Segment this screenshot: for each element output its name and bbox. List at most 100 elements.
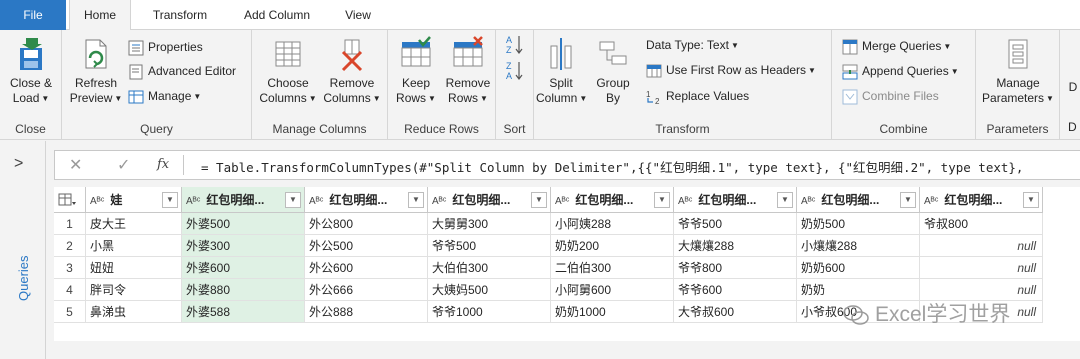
group-by-label-1: Group [596, 76, 630, 90]
column-header[interactable]: Aᴮᶜ 红包明细... ▼ [428, 187, 551, 213]
text-type-icon[interactable]: Aᴮᶜ [432, 196, 446, 207]
table-cell[interactable]: 二伯伯300 [551, 257, 674, 279]
text-type-icon[interactable]: Aᴮᶜ [186, 196, 200, 207]
group-by-button[interactable]: Group By [590, 32, 636, 106]
table-cell[interactable]: null [920, 257, 1043, 279]
column-header[interactable]: Aᴮᶜ 娃 ▼ [86, 187, 182, 213]
table-cell[interactable]: 爷爷600 [674, 279, 797, 301]
column-header[interactable]: Aᴮᶜ 红包明细... ▼ [797, 187, 920, 213]
choose-columns-button[interactable]: Choose Columns ▼ [256, 32, 320, 106]
text-type-icon[interactable]: Aᴮᶜ [924, 196, 938, 207]
data-source-settings-button[interactable]: D [1066, 80, 1080, 95]
column-filter-dropdown-icon[interactable]: ▼ [408, 192, 424, 208]
tab-transform[interactable]: Transform [140, 0, 220, 30]
data-type-dropdown[interactable]: Data Type: Text ▼ [646, 34, 739, 56]
table-cell[interactable]: 外公500 [305, 235, 428, 257]
table-cell[interactable]: 小阿舅600 [551, 279, 674, 301]
row-number[interactable]: 3 [54, 257, 86, 279]
column-header[interactable]: Aᴮᶜ 红包明细... ▼ [551, 187, 674, 213]
manage-query-button[interactable]: Manage ▼ [128, 85, 201, 107]
table-cell[interactable]: 外婆600 [182, 257, 305, 279]
column-filter-dropdown-icon[interactable]: ▼ [900, 192, 916, 208]
table-cell[interactable]: 爷爷500 [674, 213, 797, 235]
table-cell[interactable]: 奶奶200 [551, 235, 674, 257]
sort-descending-button[interactable]: Z A [506, 60, 524, 82]
formula-input[interactable]: = Table.TransformColumnTypes(#"Split Col… [201, 157, 1023, 176]
append-queries-button[interactable]: Append Queries ▼ [842, 60, 959, 82]
row-number[interactable]: 1 [54, 213, 86, 235]
table-cell[interactable]: 外婆300 [182, 235, 305, 257]
table-menu-button[interactable] [54, 187, 86, 213]
column-filter-dropdown-icon[interactable]: ▼ [162, 192, 178, 208]
table-cell[interactable]: 奶奶1000 [551, 301, 674, 323]
cancel-formula-icon[interactable]: ✕ [69, 155, 82, 175]
refresh-preview-button[interactable]: Refresh Preview ▼ [66, 32, 126, 106]
commit-formula-icon[interactable]: ✓ [117, 155, 130, 175]
column-header[interactable]: Aᴮᶜ 红包明细... ▼ [674, 187, 797, 213]
table-cell[interactable]: null [920, 235, 1043, 257]
advanced-editor-button[interactable]: Advanced Editor [128, 60, 236, 82]
table-cell[interactable]: 妞妞 [86, 257, 182, 279]
row-number[interactable]: 4 [54, 279, 86, 301]
remove-rows-button[interactable]: Remove Rows ▼ [442, 32, 494, 106]
table-cell[interactable]: 大伯伯300 [428, 257, 551, 279]
queries-pane-label[interactable]: Queries [16, 221, 31, 301]
table-cell[interactable]: 外婆880 [182, 279, 305, 301]
column-filter-dropdown-icon[interactable]: ▼ [777, 192, 793, 208]
table-cell[interactable]: 奶奶600 [797, 257, 920, 279]
table-cell[interactable]: 大爷叔600 [674, 301, 797, 323]
column-filter-dropdown-icon[interactable]: ▼ [285, 192, 301, 208]
column-header-label: 红包明细... [698, 193, 757, 207]
table-cell[interactable]: 小阿姨288 [551, 213, 674, 235]
table-cell[interactable]: 爷爷500 [428, 235, 551, 257]
table-cell[interactable]: 外公800 [305, 213, 428, 235]
text-type-icon[interactable]: Aᴮᶜ [309, 196, 323, 207]
column-filter-dropdown-icon[interactable]: ▼ [531, 192, 547, 208]
text-type-icon[interactable]: Aᴮᶜ [678, 196, 692, 207]
table-cell[interactable]: 小黑 [86, 235, 182, 257]
text-type-icon[interactable]: Aᴮᶜ [555, 196, 569, 207]
column-header[interactable]: Aᴮᶜ 红包明细... ▼ [305, 187, 428, 213]
close-and-load-button[interactable]: Close & Load ▼ [4, 32, 58, 106]
sort-ascending-button[interactable]: A Z [506, 34, 524, 56]
table-cell[interactable]: 大舅舅300 [428, 213, 551, 235]
keep-rows-button[interactable]: Keep Rows ▼ [390, 32, 442, 106]
table-cell[interactable]: 奶奶500 [797, 213, 920, 235]
text-type-icon[interactable]: Aᴮᶜ [90, 196, 104, 207]
table-cell[interactable]: 外婆588 [182, 301, 305, 323]
use-first-row-as-headers-button[interactable]: Use First Row as Headers ▼ [646, 59, 816, 81]
merge-queries-button[interactable]: Merge Queries ▼ [842, 35, 951, 57]
table-cell[interactable]: 外公600 [305, 257, 428, 279]
tab-add-column[interactable]: Add Column [232, 0, 322, 30]
manage-parameters-button[interactable]: Manage Parameters ▼ [980, 32, 1056, 106]
properties-button[interactable]: Properties [128, 36, 203, 58]
table-cell[interactable]: 大爙爙288 [674, 235, 797, 257]
text-type-icon[interactable]: Aᴮᶜ [801, 196, 815, 207]
split-column-button[interactable]: Split Column ▼ [536, 32, 587, 106]
table-cell[interactable]: 爷爷800 [674, 257, 797, 279]
combine-files-button[interactable]: Combine Files [842, 85, 939, 107]
column-header[interactable]: Aᴮᶜ 红包明细... ▼ [920, 187, 1043, 213]
table-cell[interactable]: 胖司令 [86, 279, 182, 301]
table-cell[interactable]: 大姨妈500 [428, 279, 551, 301]
table-cell[interactable]: 小爙爙288 [797, 235, 920, 257]
tab-file[interactable]: File [0, 0, 66, 30]
row-number[interactable]: 5 [54, 301, 86, 323]
column-filter-dropdown-icon[interactable]: ▼ [1023, 192, 1039, 208]
table-cell[interactable]: 外公888 [305, 301, 428, 323]
table-cell[interactable]: 外公666 [305, 279, 428, 301]
table-cell[interactable]: 鼻涕虫 [86, 301, 182, 323]
expand-queries-chevron-icon[interactable]: > [14, 155, 23, 173]
table-cell[interactable]: 皮大王 [86, 213, 182, 235]
row-number[interactable]: 2 [54, 235, 86, 257]
remove-columns-button[interactable]: Remove Columns ▼ [320, 32, 384, 106]
table-cell[interactable]: 外婆500 [182, 213, 305, 235]
tab-home[interactable]: Home [69, 0, 131, 31]
table-cell[interactable]: 爷爷1000 [428, 301, 551, 323]
sort-descending-icon: Z A [506, 61, 523, 81]
column-header[interactable]: Aᴮᶜ 红包明细... ▼ [182, 187, 305, 213]
table-cell[interactable]: 爷叔800 [920, 213, 1043, 235]
tab-view[interactable]: View [334, 0, 382, 30]
replace-values-button[interactable]: 1 2 Replace Values [646, 85, 749, 107]
column-filter-dropdown-icon[interactable]: ▼ [654, 192, 670, 208]
